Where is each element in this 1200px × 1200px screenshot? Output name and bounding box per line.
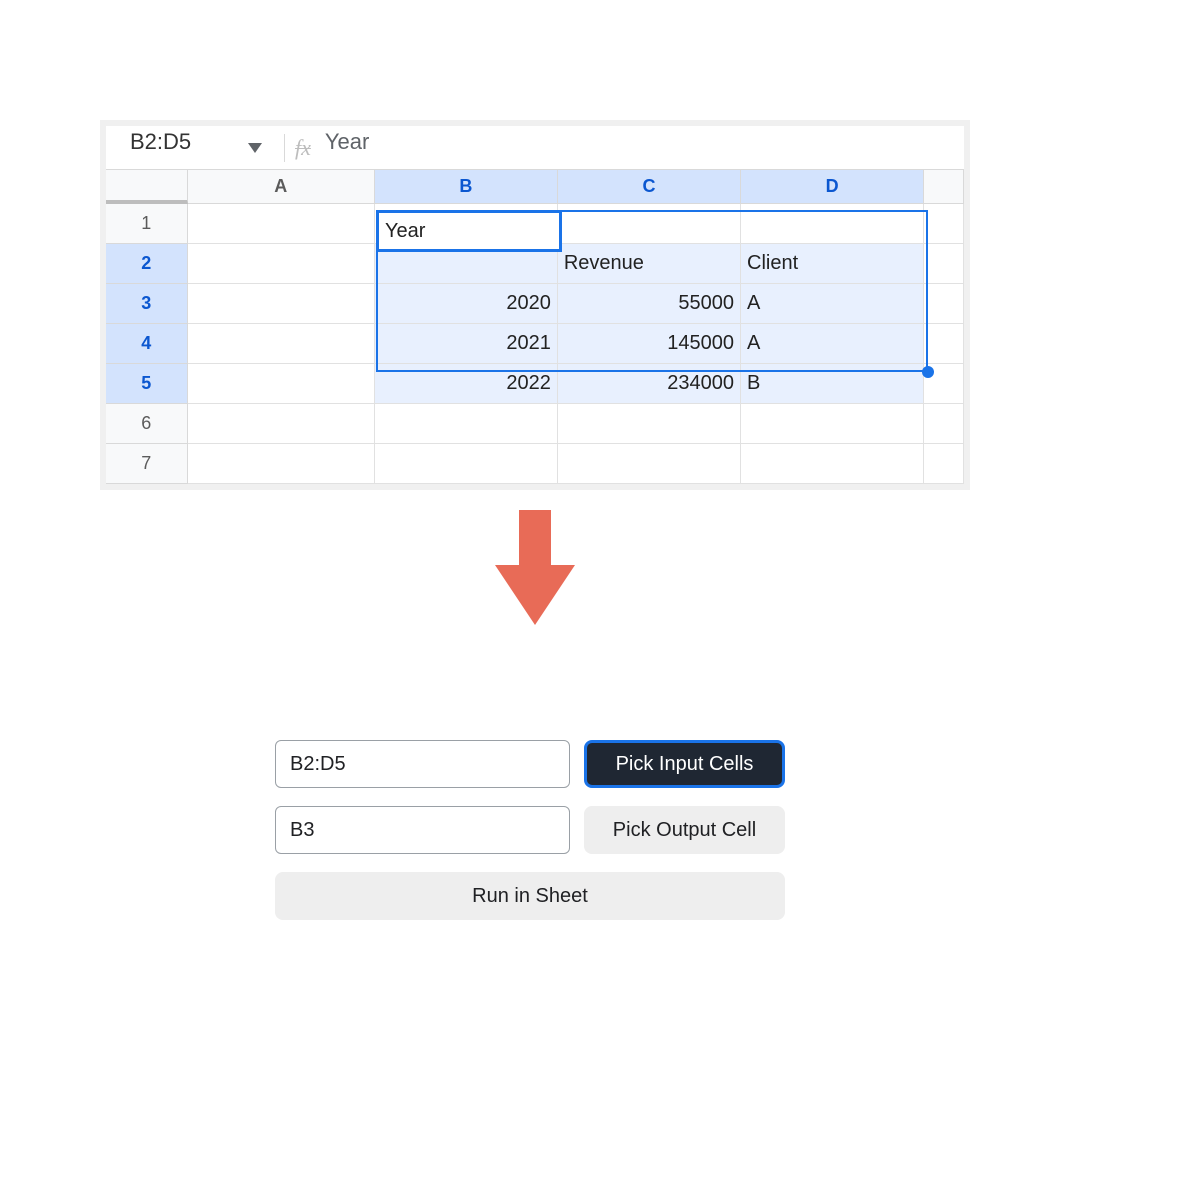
col-header-D[interactable]: D (741, 170, 924, 204)
spreadsheet-grid[interactable]: A B C D 1 2 Revenue Client 3 (106, 170, 964, 484)
output-cell-row: Pick Output Cell (275, 806, 785, 854)
chevron-down-icon[interactable] (248, 143, 262, 153)
cell-D7[interactable] (741, 444, 924, 484)
cell-D3[interactable]: A (741, 284, 924, 324)
input-cells-field[interactable] (275, 740, 570, 788)
cell-tail-4 (924, 324, 964, 364)
cell-A1[interactable] (188, 204, 375, 244)
row-header-2[interactable]: 2 (106, 244, 188, 284)
run-in-sheet-button[interactable]: Run in Sheet (275, 872, 785, 920)
controls-panel: Pick Input Cells Pick Output Cell Run in… (275, 740, 785, 920)
cell-tail-5 (924, 364, 964, 404)
spreadsheet-panel: B2:D5 fx Year A B C D 1 2 (100, 120, 970, 490)
cell-tail-6 (924, 404, 964, 444)
cell-B2[interactable] (375, 244, 558, 284)
pick-output-cell-button[interactable]: Pick Output Cell (584, 806, 785, 854)
row-2: 2 Revenue Client (106, 244, 964, 284)
cell-tail-7 (924, 444, 964, 484)
cell-A3[interactable] (188, 284, 375, 324)
pick-input-cells-button[interactable]: Pick Input Cells (584, 740, 785, 788)
row-4: 4 2021 145000 A (106, 324, 964, 364)
cell-C6[interactable] (558, 404, 741, 444)
cell-A7[interactable] (188, 444, 375, 484)
row-3: 3 2020 55000 A (106, 284, 964, 324)
cell-tail-2 (924, 244, 964, 284)
row-1: 1 (106, 204, 964, 244)
cell-A6[interactable] (188, 404, 375, 444)
fx-icon: fx (295, 135, 311, 161)
cell-C7[interactable] (558, 444, 741, 484)
cell-A5[interactable] (188, 364, 375, 404)
cell-tail-3 (924, 284, 964, 324)
row-6: 6 (106, 404, 964, 444)
cell-C1[interactable] (558, 204, 741, 244)
cell-tail-1 (924, 204, 964, 244)
col-header-tail (924, 170, 964, 204)
output-cell-field[interactable] (275, 806, 570, 854)
divider (284, 134, 285, 162)
cell-B1[interactable] (375, 204, 558, 244)
cell-D2[interactable]: Client (741, 244, 924, 284)
name-box[interactable]: B2:D5 (106, 135, 274, 161)
input-cells-row: Pick Input Cells (275, 740, 785, 788)
cell-B6[interactable] (375, 404, 558, 444)
cell-B4[interactable]: 2021 (375, 324, 558, 364)
cell-D1[interactable] (741, 204, 924, 244)
cell-C3[interactable]: 55000 (558, 284, 741, 324)
cell-B7[interactable] (375, 444, 558, 484)
cell-C2[interactable]: Revenue (558, 244, 741, 284)
name-box-text: B2:D5 (130, 129, 191, 155)
cell-C5[interactable]: 234000 (558, 364, 741, 404)
formula-value[interactable]: Year (325, 129, 369, 155)
cell-D5[interactable]: B (741, 364, 924, 404)
row-header-4[interactable]: 4 (106, 324, 188, 364)
col-header-A[interactable]: A (188, 170, 375, 204)
cell-A4[interactable] (188, 324, 375, 364)
cell-C4[interactable]: 145000 (558, 324, 741, 364)
cell-B5[interactable]: 2022 (375, 364, 558, 404)
row-7: 7 (106, 444, 964, 484)
col-header-B[interactable]: B (375, 170, 558, 204)
down-arrow-icon (495, 510, 575, 625)
row-header-1[interactable]: 1 (106, 204, 188, 244)
cell-D4[interactable]: A (741, 324, 924, 364)
row-header-7[interactable]: 7 (106, 444, 188, 484)
row-header-6[interactable]: 6 (106, 404, 188, 444)
select-all-corner[interactable] (106, 170, 188, 204)
cell-B3[interactable]: 2020 (375, 284, 558, 324)
cell-A2[interactable] (188, 244, 375, 284)
row-5: 5 2022 234000 B (106, 364, 964, 404)
cell-D6[interactable] (741, 404, 924, 444)
formula-bar: B2:D5 fx Year (106, 126, 964, 170)
col-header-C[interactable]: C (558, 170, 741, 204)
row-header-5[interactable]: 5 (106, 364, 188, 404)
column-header-row: A B C D (106, 170, 964, 204)
row-header-3[interactable]: 3 (106, 284, 188, 324)
